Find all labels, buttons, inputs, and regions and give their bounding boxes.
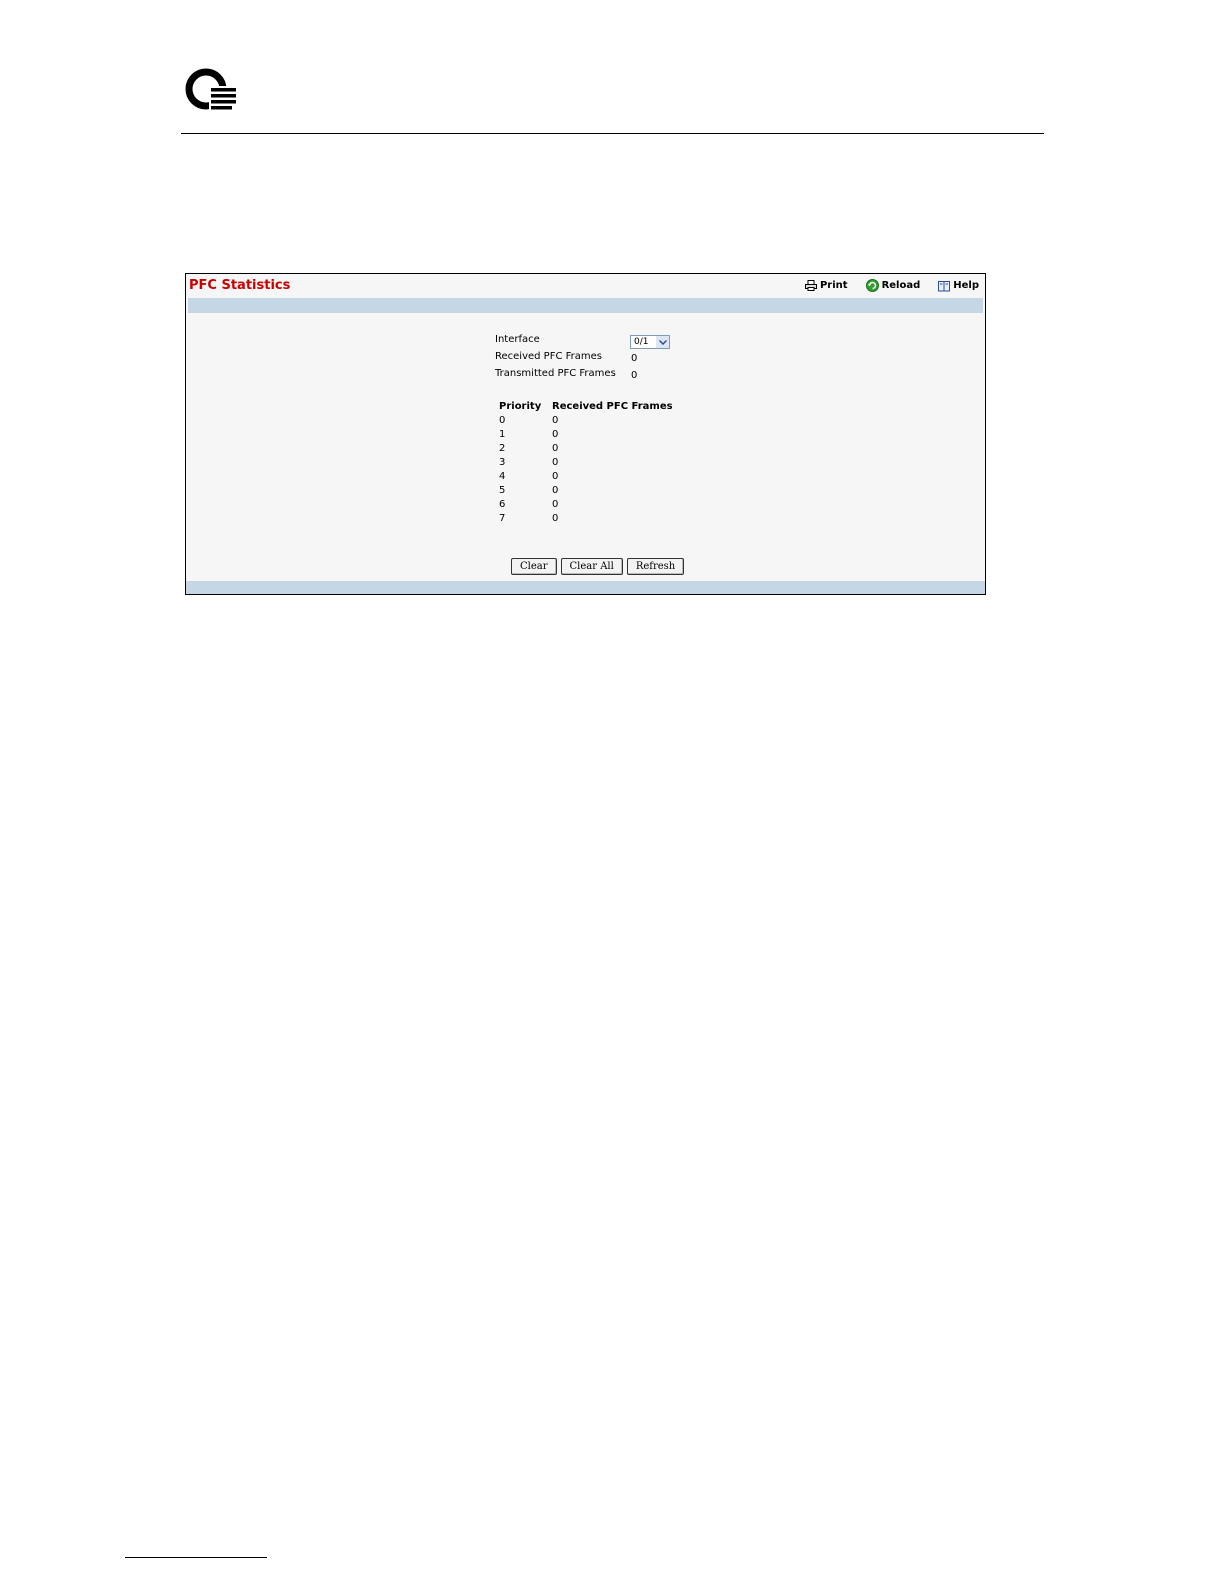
priority-cell: 2: [499, 442, 506, 454]
priority-cell: 6: [499, 498, 506, 510]
action-buttons: Clear Clear All Refresh: [511, 558, 688, 575]
clear-button[interactable]: Clear: [511, 558, 557, 575]
table-header-row: Priority Received PFC Frames: [499, 399, 673, 413]
clear-all-button[interactable]: Clear All: [560, 558, 623, 575]
transmitted-label: Transmitted PFC Frames: [495, 368, 616, 379]
chevron-down-icon[interactable]: [656, 336, 669, 348]
interface-label: Interface: [495, 334, 540, 345]
priority-cell: 0: [499, 414, 506, 426]
priority-header: Priority: [499, 400, 542, 412]
header-divider: [181, 133, 1044, 134]
priority-cell: 4: [499, 470, 506, 482]
panel-title: PFC Statistics: [189, 278, 291, 293]
priority-cell: 5: [499, 484, 506, 496]
pfc-statistics-panel: PFC Statistics Print Reload Help Interfa…: [185, 273, 986, 595]
table-row: 10: [499, 427, 673, 441]
priority-cell: 3: [499, 456, 506, 468]
frames-cell: 0: [552, 484, 559, 496]
frames-cell: 0: [552, 456, 559, 468]
print-button[interactable]: Print: [804, 280, 848, 291]
frames-cell: 0: [552, 512, 559, 524]
help-book-icon: [938, 280, 951, 291]
interface-selected-value: 0/1: [634, 337, 649, 347]
print-label: Print: [819, 280, 848, 291]
table-row: 50: [499, 483, 673, 497]
reload-label: Reload: [881, 280, 921, 291]
frames-cell: 0: [552, 498, 559, 510]
priority-cell: 7: [499, 512, 506, 524]
company-logo: [185, 68, 237, 112]
table-row: 00: [499, 413, 673, 427]
interface-select[interactable]: 0/1: [630, 335, 670, 349]
help-button[interactable]: Help: [938, 280, 979, 292]
printer-icon: [804, 280, 817, 291]
table-row: 20: [499, 441, 673, 455]
table-row: 60: [499, 497, 673, 511]
table-row: 40: [499, 469, 673, 483]
transmitted-value: 0: [631, 370, 638, 381]
refresh-button[interactable]: Refresh: [626, 558, 685, 575]
help-label: Help: [953, 280, 979, 291]
received-label: Received PFC Frames: [495, 351, 602, 362]
toolbar: Print Reload Help: [804, 279, 979, 292]
received-value: 0: [631, 353, 638, 364]
priority-cell: 1: [499, 428, 506, 440]
footer-band: [186, 581, 985, 594]
reload-icon: [865, 279, 879, 292]
table-row: 70: [499, 511, 673, 525]
frames-cell: 0: [552, 414, 559, 426]
reload-button[interactable]: Reload: [865, 279, 921, 292]
table-row: 30: [499, 455, 673, 469]
header-band: [188, 298, 983, 313]
footer-rule: [125, 1557, 267, 1558]
document-page: PFC Statistics Print Reload Help Interfa…: [0, 0, 1224, 1584]
received-frames-header: Received PFC Frames: [552, 400, 673, 412]
frames-cell: 0: [552, 428, 559, 440]
frames-cell: 0: [552, 442, 559, 454]
priority-table: Priority Received PFC Frames 00 10 20 30…: [499, 399, 673, 525]
frames-cell: 0: [552, 470, 559, 482]
